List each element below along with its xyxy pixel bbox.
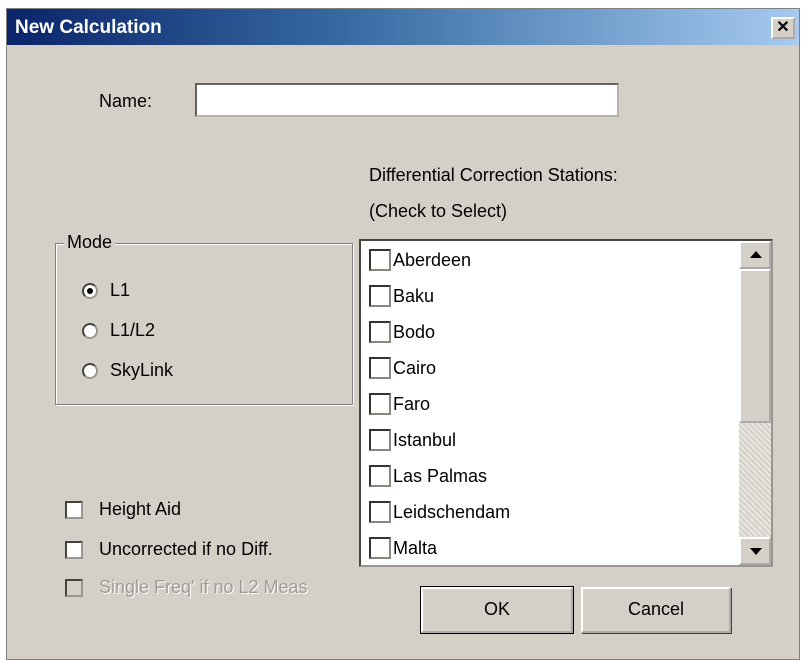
mode-option-label: SkyLink <box>110 360 174 380</box>
station-label: Las Palmas <box>393 465 488 486</box>
scroll-down-button[interactable] <box>739 537 771 565</box>
list-item[interactable]: Aberdeen <box>369 245 471 275</box>
station-checkbox[interactable] <box>369 501 391 523</box>
station-label: Bodo <box>393 321 436 342</box>
list-item[interactable]: Las Palmas <box>369 461 487 491</box>
mode-groupbox: Mode L1 L1/L2 SkyLink <box>55 232 353 405</box>
station-checkbox[interactable] <box>369 393 391 415</box>
mode-option-l1[interactable]: L1 <box>82 280 130 301</box>
stations-listbox[interactable]: Aberdeen Baku Bodo Cairo Faro Istanbul L… <box>359 239 773 567</box>
mode-option-l1-l2[interactable]: L1/L2 <box>82 320 155 341</box>
name-input[interactable] <box>195 83 619 117</box>
list-item[interactable]: Cairo <box>369 353 436 383</box>
stations-scrollbar[interactable] <box>739 241 771 565</box>
height-aid-option[interactable]: Height Aid <box>65 499 181 520</box>
station-checkbox[interactable] <box>369 429 391 451</box>
radio-selected-dot <box>87 287 93 294</box>
close-button[interactable]: ✕ <box>771 17 795 39</box>
station-label: Baku <box>393 285 435 306</box>
height-aid-checkbox[interactable] <box>65 500 83 519</box>
station-label: Faro <box>393 393 431 414</box>
station-checkbox[interactable] <box>369 285 391 307</box>
mode-option-label: L1/L2 <box>110 320 156 340</box>
cancel-button[interactable]: Cancel <box>581 587 731 633</box>
list-item[interactable]: Istanbul <box>369 425 456 455</box>
mode-option-skylink[interactable]: SkyLink <box>82 360 173 381</box>
list-item[interactable]: Baku <box>369 281 434 311</box>
uncorrected-option[interactable]: Uncorrected if no Diff. <box>65 539 273 560</box>
radio-button[interactable] <box>82 282 98 299</box>
stations-header-line1: Differential Correction Stations: <box>369 165 618 185</box>
single-freq-option: Single Freq' if no L2 Meas <box>65 577 308 598</box>
stations-header-line2: (Check to Select) <box>369 201 508 221</box>
name-label: Name: <box>99 91 153 111</box>
window-title: New Calculation <box>15 17 162 38</box>
list-item[interactable]: Bodo <box>369 317 435 347</box>
new-calculation-dialog: New Calculation ✕ Name: Differential Cor… <box>6 8 800 660</box>
radio-button[interactable] <box>82 322 98 339</box>
station-label: Aberdeen <box>393 249 472 270</box>
station-label: Malta <box>393 537 438 558</box>
list-item[interactable]: Faro <box>369 389 430 419</box>
close-icon: ✕ <box>776 19 790 36</box>
uncorrected-checkbox[interactable] <box>65 540 83 559</box>
station-checkbox[interactable] <box>369 465 391 487</box>
ok-button[interactable]: OK <box>420 586 574 634</box>
station-label: Istanbul <box>393 429 457 450</box>
station-checkbox[interactable] <box>369 321 391 343</box>
list-item[interactable]: Malta <box>369 533 437 563</box>
scrollbar-thumb[interactable] <box>739 269 771 423</box>
radio-button[interactable] <box>82 362 98 379</box>
scroll-up-button[interactable] <box>739 241 771 269</box>
title-bar[interactable]: New Calculation ✕ <box>7 9 799 45</box>
single-freq-label: Single Freq' if no L2 Meas <box>99 577 308 597</box>
mode-option-label: L1 <box>110 280 131 300</box>
station-label: Leidschendam <box>393 501 511 522</box>
uncorrected-label: Uncorrected if no Diff. <box>99 539 273 559</box>
single-freq-checkbox <box>65 578 83 597</box>
mode-legend: Mode <box>64 232 116 253</box>
station-checkbox[interactable] <box>369 249 391 271</box>
height-aid-label: Height Aid <box>99 499 182 519</box>
station-label: Cairo <box>393 357 437 378</box>
list-item[interactable]: Leidschendam <box>369 497 510 527</box>
scroll-up-arrow-icon <box>750 251 762 258</box>
station-checkbox[interactable] <box>369 357 391 379</box>
scroll-down-arrow-icon <box>750 548 762 555</box>
station-checkbox[interactable] <box>369 537 391 559</box>
